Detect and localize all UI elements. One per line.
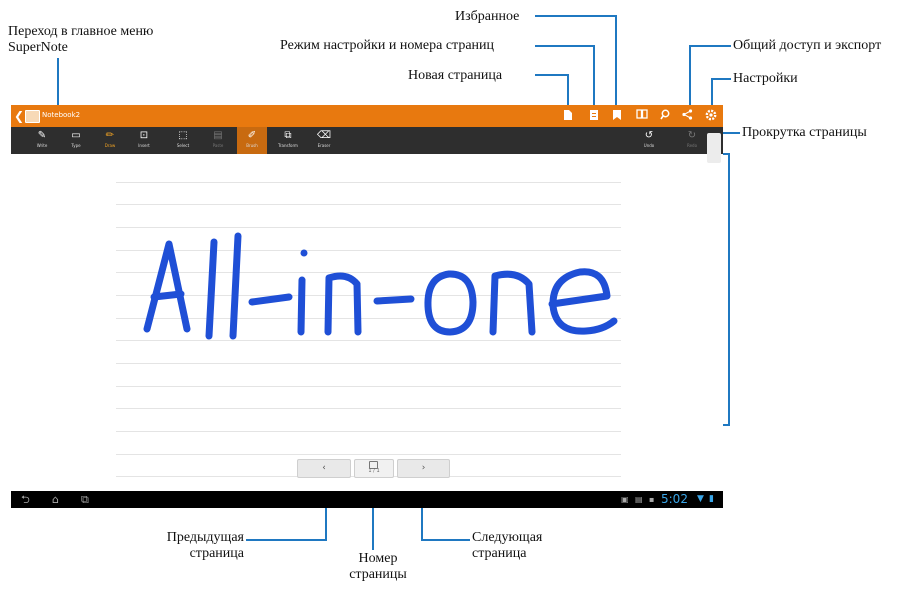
page-current: 1 bbox=[368, 468, 372, 474]
callout-line-new-page-v bbox=[567, 74, 569, 107]
next-page-button[interactable]: › bbox=[397, 459, 450, 478]
tablet-screen: ❮ Notebook2 ✎ Write ▭ Type ✏ Draw ⊡ Insert ⬚… bbox=[11, 105, 723, 508]
transform-icon: ⧉ bbox=[284, 130, 292, 141]
back-chevron-icon[interactable]: ❮ bbox=[14, 108, 24, 124]
tool-brush[interactable]: ✐ Brush bbox=[237, 127, 267, 154]
insert-icon: ⊡ bbox=[139, 130, 149, 141]
annotation-next-page: Следующая страница bbox=[472, 530, 543, 561]
callout-line-settings-h bbox=[711, 78, 731, 80]
callout-line-share-h bbox=[689, 45, 731, 47]
recent-apps-icon[interactable]: ⧉ bbox=[81, 492, 89, 507]
callout-line-main-menu bbox=[57, 58, 59, 107]
callout-line-next-h bbox=[421, 539, 470, 541]
undo-icon: ↺ bbox=[644, 130, 654, 141]
tool-insert[interactable]: ⊡ Insert bbox=[129, 127, 159, 154]
tool-type[interactable]: ▭ Type bbox=[61, 127, 91, 154]
annotation-favorites: Избранное bbox=[455, 9, 520, 24]
page-scroll-thumb[interactable] bbox=[707, 133, 721, 163]
new-page-icon[interactable] bbox=[561, 109, 575, 123]
prev-page-button[interactable]: ‹ bbox=[297, 459, 351, 478]
note-page[interactable] bbox=[11, 154, 723, 491]
redo-icon: ↻ bbox=[687, 130, 697, 141]
settings-icon[interactable] bbox=[704, 109, 718, 123]
callout-line-edit-mode-v bbox=[593, 45, 595, 107]
paste-icon: ▤ bbox=[213, 130, 223, 141]
home-icon[interactable]: ⌂ bbox=[52, 492, 59, 507]
handwriting bbox=[143, 232, 618, 340]
favorite-icon[interactable] bbox=[610, 109, 624, 123]
search-icon[interactable] bbox=[658, 109, 672, 123]
handwritten-text bbox=[143, 232, 618, 340]
back-icon[interactable]: ⮌ bbox=[21, 492, 30, 507]
edit-mode-icon[interactable] bbox=[587, 109, 601, 123]
tool-bar: ✎ Write ▭ Type ✏ Draw ⊡ Insert ⬚ Select ▤ Past… bbox=[11, 127, 723, 154]
action-bar: ❮ Notebook2 bbox=[11, 105, 723, 127]
eraser-icon: ⌫ bbox=[316, 130, 332, 141]
share-icon[interactable] bbox=[680, 109, 694, 123]
brush-icon: ✐ bbox=[247, 130, 257, 141]
callout-line-new-page-h bbox=[535, 74, 569, 76]
storage-icon[interactable]: ▤ bbox=[635, 492, 643, 507]
sync-icon[interactable]: ▪ bbox=[649, 492, 654, 507]
page-total: 1 bbox=[376, 468, 380, 474]
annotation-new-page: Новая страница bbox=[408, 68, 503, 83]
book-icon[interactable] bbox=[635, 109, 649, 123]
annotation-prev-page: Предыдущая страница bbox=[166, 530, 244, 561]
annotation-edit-mode: Режим настройки и номера страниц bbox=[280, 38, 495, 53]
callout-line-favorites-v bbox=[615, 15, 617, 107]
annotation-page-number: Номер страницы bbox=[349, 551, 407, 582]
status-clock: 5:02 bbox=[661, 492, 688, 506]
tool-write[interactable]: ✎ Write bbox=[27, 127, 57, 154]
select-icon: ⬚ bbox=[178, 130, 188, 141]
write-icon: ✎ bbox=[37, 130, 47, 141]
notification-icon[interactable]: ▣ bbox=[621, 492, 629, 507]
draw-icon: ✏ bbox=[105, 130, 115, 141]
tool-eraser[interactable]: ⌫ Eraser bbox=[309, 127, 339, 154]
callout-line-settings-v bbox=[711, 78, 713, 107]
redo-button[interactable]: ↻ Redo bbox=[677, 127, 707, 154]
page-number-indicator[interactable]: 1 / 1 bbox=[354, 459, 394, 478]
annotation-settings: Настройки bbox=[733, 71, 798, 86]
notebook-title[interactable]: Notebook2 bbox=[42, 110, 80, 121]
callout-line-edit-mode-h bbox=[535, 45, 595, 47]
callout-line-favorites-h bbox=[535, 15, 617, 17]
keyboard-icon: ▭ bbox=[71, 130, 81, 141]
callout-line-share-v bbox=[689, 45, 691, 107]
annotation-main-menu: Переход в главное меню SuperNote bbox=[8, 24, 154, 55]
page-number-text: 1 / 1 bbox=[368, 468, 380, 474]
annotation-page-scroll: Прокрутка страницы bbox=[742, 125, 867, 140]
system-navigation-bar: ⮌ ⌂ ⧉ ▣ ▤ ▪ 5:02 ▼ ▮ bbox=[11, 491, 723, 508]
annotation-share-export: Общий доступ и экспорт bbox=[733, 38, 882, 53]
callout-line-prev-h bbox=[246, 539, 327, 541]
tool-transform[interactable]: ⧉ Transform bbox=[273, 127, 303, 154]
wifi-icon: ▼ bbox=[697, 494, 704, 504]
undo-button[interactable]: ↺ Undo bbox=[634, 127, 664, 154]
notebook-icon bbox=[25, 110, 40, 123]
battery-icon: ▮ bbox=[709, 494, 714, 504]
tool-paste[interactable]: ▤ Paste bbox=[203, 127, 233, 154]
tool-select[interactable]: ⬚ Select bbox=[168, 127, 198, 154]
tool-draw[interactable]: ✏ Draw bbox=[95, 127, 125, 154]
